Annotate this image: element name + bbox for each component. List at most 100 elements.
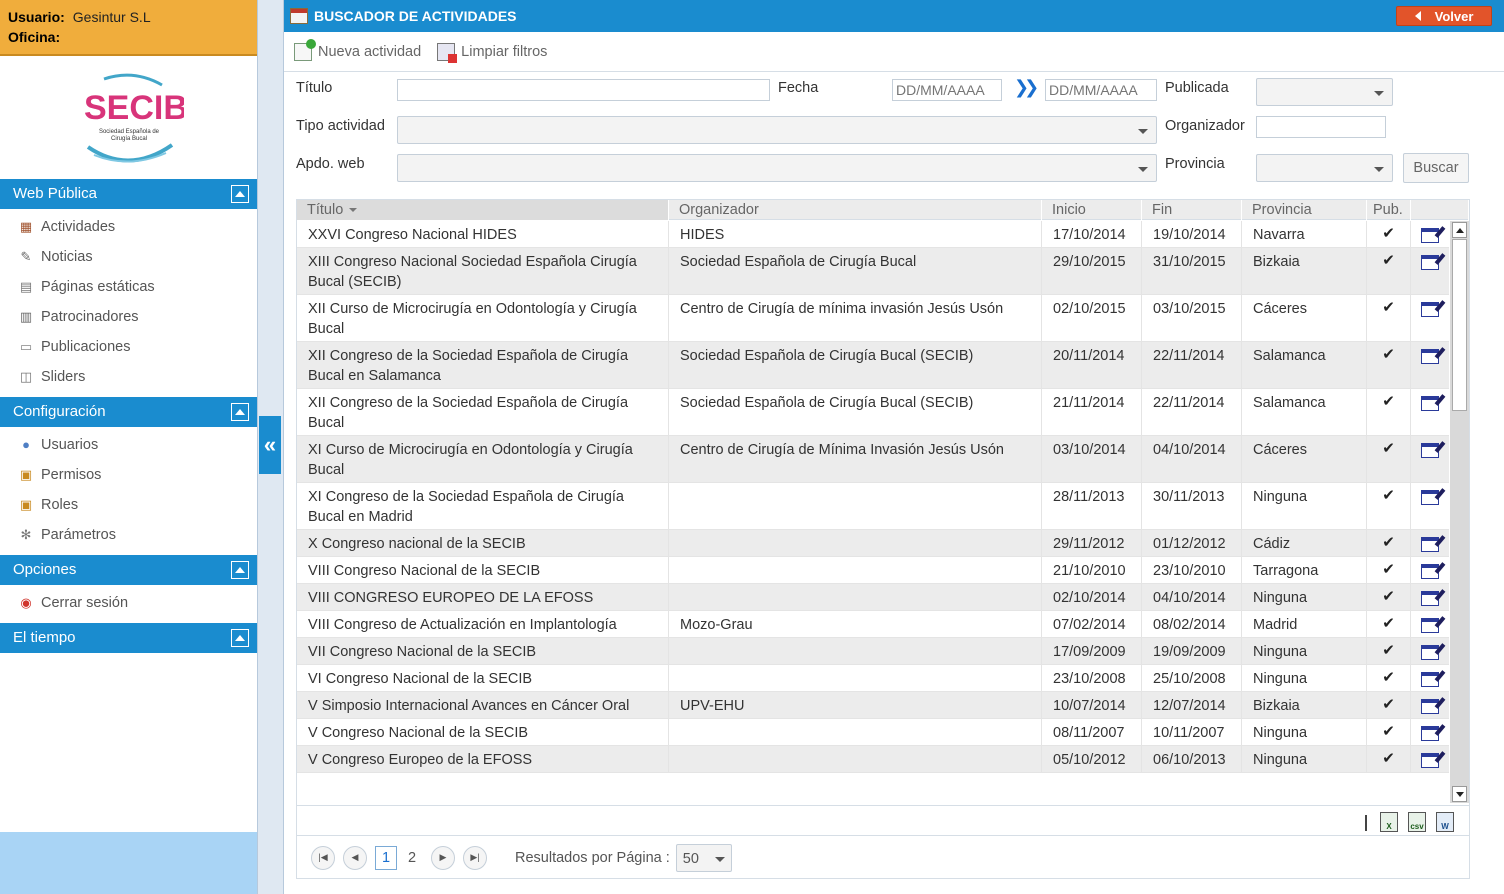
- users-icon: ●: [22, 437, 30, 452]
- edit-icon[interactable]: [1421, 302, 1439, 317]
- scroll-thumb[interactable]: [1452, 239, 1467, 411]
- table-row[interactable]: V Simposio Internacional Avances en Cánc…: [297, 692, 1449, 719]
- table-row[interactable]: XI Congreso de la Sociedad Española de C…: [297, 483, 1449, 530]
- table-row[interactable]: XXVI Congreso Nacional HIDES HIDES 17/10/2…: [297, 221, 1449, 248]
- back-button[interactable]: Volver: [1396, 6, 1492, 26]
- sidebar-item[interactable]: ● Usuarios: [0, 430, 257, 460]
- column-header-pub[interactable]: Pub.: [1367, 200, 1411, 220]
- organizador-input[interactable]: [1256, 116, 1386, 138]
- sidebar-section-header[interactable]: Opciones: [0, 555, 257, 585]
- sidebar-section-header[interactable]: Configuración: [0, 397, 257, 427]
- provincia-select[interactable]: [1256, 154, 1393, 182]
- column-header-provincia[interactable]: Provincia: [1242, 200, 1367, 220]
- table-row[interactable]: VII Congreso Nacional de la SECIB 17/09/2…: [297, 638, 1449, 665]
- sidebar-item[interactable]: ▭ Publicaciones: [0, 332, 257, 362]
- excel-export-icon[interactable]: X: [1380, 812, 1398, 832]
- cell-actions: [1411, 584, 1449, 610]
- column-header-titulo[interactable]: Título: [297, 200, 669, 220]
- table-row[interactable]: XI Curso de Microcirugía en Odontología …: [297, 436, 1449, 483]
- first-page-icon[interactable]: |◀: [311, 845, 335, 870]
- table-row[interactable]: V Congreso Europeo de la EFOSS 05/10/2012…: [297, 746, 1449, 773]
- titulo-input[interactable]: [397, 79, 770, 101]
- per-page-select[interactable]: 50: [675, 843, 732, 872]
- add-document-icon: [294, 38, 316, 61]
- last-page-icon[interactable]: ▶|: [463, 845, 487, 870]
- publicada-select[interactable]: [1256, 78, 1393, 106]
- table-row[interactable]: XIII Congreso Nacional Sociedad Española…: [297, 248, 1449, 295]
- column-header-fin[interactable]: Fin: [1142, 200, 1242, 220]
- apdo-web-label: Apdo. web: [296, 156, 365, 172]
- apdo-web-select[interactable]: [397, 154, 1157, 182]
- sidebar-item[interactable]: ▣ Roles: [0, 490, 257, 520]
- chevron-down-icon: [1374, 91, 1384, 96]
- edit-icon[interactable]: [1421, 591, 1439, 606]
- collapse-sidebar-button[interactable]: «: [259, 416, 281, 474]
- sidebar-item[interactable]: ✎ Noticias: [0, 242, 257, 272]
- sidebar-item[interactable]: ▦ Actividades: [0, 212, 257, 242]
- table-row[interactable]: XII Curso de Microcirugía en Odontología…: [297, 295, 1449, 342]
- usuario-label: Usuario:: [8, 9, 65, 25]
- sidebar-item[interactable]: ◉ Cerrar sesión: [0, 588, 257, 618]
- column-header-inicio[interactable]: Inicio: [1042, 200, 1142, 220]
- edit-icon[interactable]: [1421, 645, 1439, 660]
- sidebar-item[interactable]: ▥ Patrocinadores: [0, 302, 257, 332]
- cell-publicada: ✔: [1367, 436, 1411, 482]
- edit-icon[interactable]: [1421, 255, 1439, 270]
- edit-icon[interactable]: [1421, 490, 1439, 505]
- page-1-button[interactable]: 1: [375, 845, 397, 870]
- page-2-button[interactable]: 2: [401, 846, 423, 870]
- date-to-input[interactable]: [1045, 79, 1157, 101]
- cell-organizador: [669, 530, 1042, 556]
- table-row[interactable]: VIII Congreso Nacional de la SECIB 21/10/…: [297, 557, 1449, 584]
- cell-organizador: HIDES: [669, 221, 1042, 247]
- edit-icon[interactable]: [1421, 349, 1439, 364]
- clear-filters-button[interactable]: Limpiar filtros: [437, 42, 547, 63]
- edit-icon[interactable]: [1421, 537, 1439, 552]
- csv-export-icon[interactable]: csv: [1408, 812, 1426, 832]
- grid-scrollbar[interactable]: [1450, 221, 1469, 803]
- table-row[interactable]: X Congreso nacional de la SECIB 29/11/201…: [297, 530, 1449, 557]
- table-row[interactable]: VIII CONGRESO EUROPEO DE LA EFOSS 02/10/2…: [297, 584, 1449, 611]
- column-header-actions: [1411, 200, 1469, 220]
- table-row[interactable]: V Congreso Nacional de la SECIB 08/11/200…: [297, 719, 1449, 746]
- tipo-actividad-select[interactable]: [397, 116, 1157, 144]
- scroll-up-icon[interactable]: [1452, 222, 1467, 238]
- table-row[interactable]: XII Congreso de la Sociedad Española de …: [297, 342, 1449, 389]
- edit-icon[interactable]: [1421, 726, 1439, 741]
- search-button[interactable]: Buscar: [1403, 153, 1469, 183]
- edit-icon[interactable]: [1421, 753, 1439, 768]
- edit-icon[interactable]: [1421, 443, 1439, 458]
- table-row[interactable]: XII Congreso de la Sociedad Española de …: [297, 389, 1449, 436]
- edit-icon[interactable]: [1421, 564, 1439, 579]
- edit-icon[interactable]: [1421, 618, 1439, 633]
- new-activity-button[interactable]: Nueva actividad: [294, 38, 421, 61]
- sidebar-item[interactable]: ◫ Sliders: [0, 362, 257, 392]
- collapse-section-icon[interactable]: [231, 561, 249, 579]
- table-row[interactable]: VIII Congreso de Actualización en Implan…: [297, 611, 1449, 638]
- collapse-section-icon[interactable]: [231, 185, 249, 203]
- edit-icon[interactable]: [1421, 699, 1439, 714]
- sidebar-item[interactable]: ✻ Parámetros: [0, 520, 257, 550]
- sidebar-item[interactable]: ▣ Permisos: [0, 460, 257, 490]
- sidebar-section-header[interactable]: El tiempo: [0, 623, 257, 653]
- word-export-icon[interactable]: W: [1436, 812, 1454, 832]
- sidebar-section-header[interactable]: Web Pública: [0, 179, 257, 209]
- sidebar-item[interactable]: ▤ Páginas estáticas: [0, 272, 257, 302]
- scroll-down-icon[interactable]: [1452, 786, 1467, 802]
- fecha-label: Fecha: [778, 80, 819, 96]
- collapse-section-icon[interactable]: [231, 403, 249, 421]
- next-page-icon[interactable]: ▶: [431, 845, 455, 870]
- sidebar-section-title: Web Pública: [13, 185, 97, 202]
- edit-icon[interactable]: [1421, 672, 1439, 687]
- cell-titulo: VIII Congreso de Actualización en Implan…: [297, 611, 669, 637]
- collapse-section-icon[interactable]: [231, 629, 249, 647]
- sidebar-section-title: El tiempo: [13, 629, 76, 646]
- date-from-input[interactable]: [892, 79, 1002, 101]
- edit-icon[interactable]: [1421, 228, 1439, 243]
- prev-page-icon[interactable]: ◀: [343, 845, 367, 870]
- column-header-organizador[interactable]: Organizador: [669, 200, 1042, 220]
- cell-provincia: Madrid: [1242, 611, 1367, 637]
- cell-inicio: 29/11/2012: [1042, 530, 1142, 556]
- table-row[interactable]: VI Congreso Nacional de la SECIB 23/10/20…: [297, 665, 1449, 692]
- edit-icon[interactable]: [1421, 396, 1439, 411]
